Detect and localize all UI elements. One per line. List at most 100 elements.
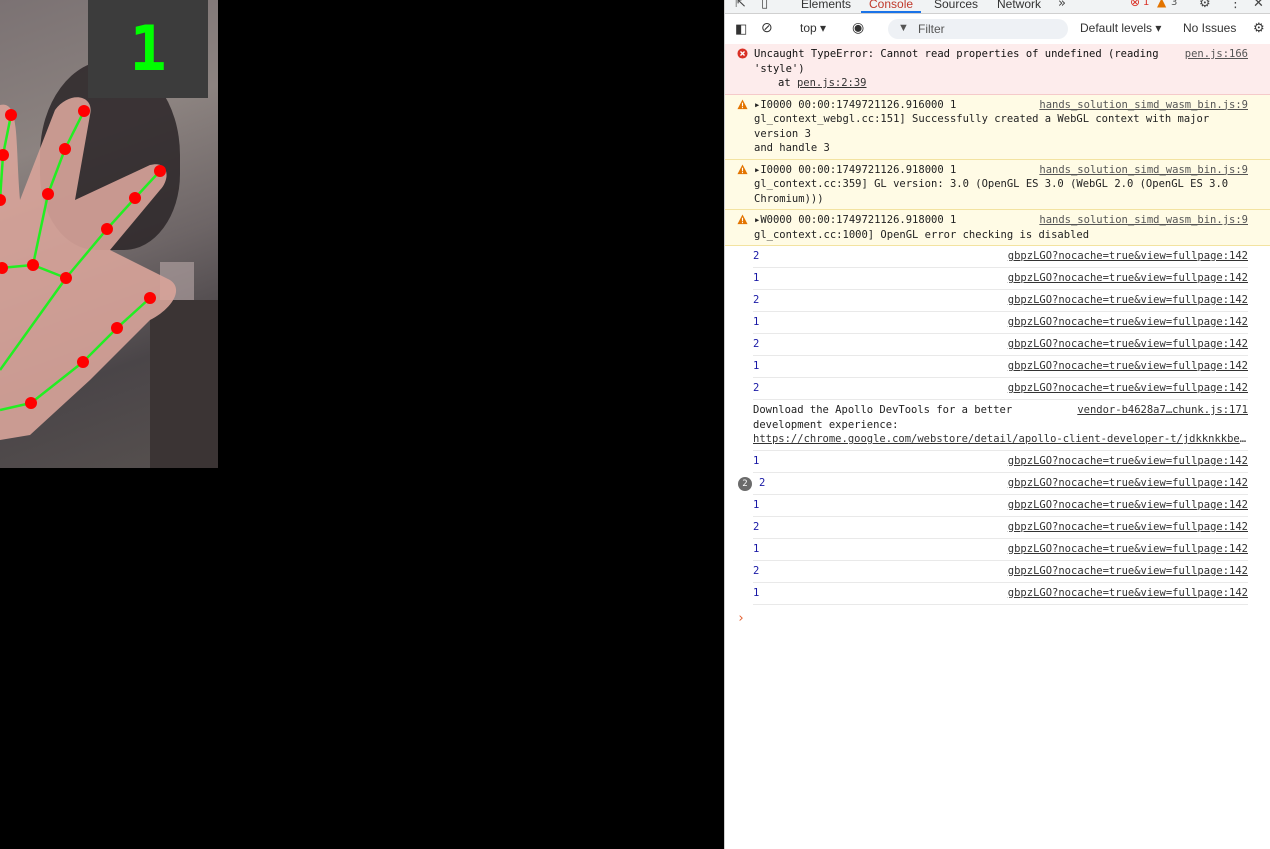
warning-text-line: gl_context.cc:1000] OpenGL error checkin…	[754, 228, 1090, 241]
console-warning-message[interactable]: hands_solution_simd_wasm_bin.js:9 ▸W0000…	[725, 210, 1270, 246]
warning-source-link[interactable]: hands_solution_simd_wasm_bin.js:9	[1039, 213, 1248, 228]
log-source-link[interactable]: gbpzLGO?nocache=true&view=fullpage:142	[1008, 382, 1248, 394]
log-value: 2	[753, 564, 760, 577]
hand-joint	[59, 143, 71, 155]
error-icon	[737, 48, 748, 59]
log-value: 1	[753, 498, 760, 511]
warning-count-icon[interactable]: ▲	[1157, 0, 1166, 9]
filter-funnel-icon: ▼	[898, 22, 909, 34]
clear-console-icon[interactable]: ⊘	[761, 19, 773, 36]
console-log-row: 1 gbpzLGO?nocache=true&view=fullpage:142	[753, 268, 1248, 290]
warning-count: 3	[1171, 0, 1178, 8]
log-source-link[interactable]: gbpzLGO?nocache=true&view=fullpage:142	[1008, 499, 1248, 511]
console-settings-icon[interactable]: ⚙	[1253, 20, 1265, 36]
tab-network[interactable]: Network	[997, 0, 1041, 11]
console-log-row: 2 gbpzLGO?nocache=true&view=fullpage:142	[753, 561, 1248, 583]
hand-joint	[154, 165, 166, 177]
log-source-link[interactable]: gbpzLGO?nocache=true&view=fullpage:142	[1008, 338, 1248, 350]
hand-joint	[77, 356, 89, 368]
log-source-link[interactable]: gbpzLGO?nocache=true&view=fullpage:142	[1008, 250, 1248, 262]
warning-text-line: gl_context.cc:359] GL version: 3.0 (Open…	[754, 178, 1229, 190]
error-text-line: 'style')	[754, 62, 805, 75]
warning-text-line: I0000 00:00:1749721126.916000 1	[760, 98, 957, 111]
console-log-row: 1 gbpzLGO?nocache=true&view=fullpage:142	[753, 495, 1248, 517]
console-warning-message[interactable]: hands_solution_simd_wasm_bin.js:9 ▸I0000…	[725, 94, 1270, 160]
devtools-tabbar: ⇱ ▯ Elements Console Sources Network » ⊗…	[725, 0, 1270, 14]
console-log-row: 2 gbpzLGO?nocache=true&view=fullpage:142	[753, 517, 1248, 539]
finger-count-value: 1	[129, 12, 167, 85]
warning-icon	[737, 163, 748, 174]
close-devtools-icon[interactable]: ✕	[1253, 0, 1264, 11]
tab-sources[interactable]: Sources	[934, 0, 978, 11]
context-value: top	[800, 21, 817, 35]
console-log-row: 2 gbpzLGO?nocache=true&view=fullpage:142	[753, 334, 1248, 356]
warning-text-line: Chromium)))	[754, 192, 824, 205]
warning-source-link[interactable]: hands_solution_simd_wasm_bin.js:9	[1039, 163, 1248, 178]
log-value: 1	[753, 542, 760, 555]
device-toolbar-icon[interactable]: ▯	[761, 0, 768, 11]
kebab-menu-icon[interactable]: ⋮	[1229, 0, 1242, 11]
filter-input[interactable]	[916, 21, 1060, 37]
console-log-row: 2 gbpzLGO?nocache=true&view=fullpage:142	[753, 378, 1248, 400]
devtools-panel: ⇱ ▯ Elements Console Sources Network » ⊗…	[724, 0, 1270, 849]
warning-source-link[interactable]: hands_solution_simd_wasm_bin.js:9	[1039, 98, 1248, 113]
tab-console[interactable]: Console	[860, 0, 922, 13]
stack-frame-link[interactable]: pen.js:2:39	[797, 77, 867, 89]
warning-icon	[737, 214, 748, 225]
more-tabs-icon[interactable]: »	[1058, 0, 1066, 11]
context-selector[interactable]: top ▾	[800, 21, 826, 35]
repeat-count-badge: 2	[738, 476, 752, 491]
log-value: 1	[753, 586, 760, 599]
console-log-row: 2 gbpzLGO?nocache=true&view=fullpage:142	[753, 290, 1248, 312]
console-log-row: 1 gbpzLGO?nocache=true&view=fullpage:142	[753, 312, 1248, 334]
apollo-webstore-link[interactable]: https://chrome.google.com/webstore/detai…	[753, 432, 1248, 447]
console-prompt-icon: ›	[737, 610, 745, 626]
log-source-link[interactable]: gbpzLGO?nocache=true&view=fullpage:142	[1008, 521, 1248, 533]
console-log-row: 1 gbpzLGO?nocache=true&view=fullpage:142	[753, 356, 1248, 378]
hand-joint	[78, 105, 90, 117]
apollo-text-line: development experience:	[753, 418, 899, 431]
log-value: 2	[753, 520, 760, 533]
log-source-link[interactable]: gbpzLGO?nocache=true&view=fullpage:142	[1008, 455, 1248, 467]
warning-text-line: I0000 00:00:1749721126.918000 1	[760, 163, 957, 176]
page-viewport: 1	[0, 0, 724, 849]
warning-icon	[737, 98, 748, 109]
log-source-link[interactable]: gbpzLGO?nocache=true&view=fullpage:142	[1008, 543, 1248, 555]
log-value: 1	[753, 272, 760, 284]
finger-count-display: 1	[88, 0, 208, 98]
sidebar-toggle-icon[interactable]: ◧	[735, 21, 747, 37]
live-expression-eye-icon[interactable]: ◉	[852, 19, 864, 36]
log-value: 1	[753, 316, 760, 328]
settings-gear-icon[interactable]: ⚙	[1199, 0, 1211, 11]
error-source-link[interactable]: pen.js:166	[1185, 47, 1248, 62]
inspect-element-icon[interactable]: ⇱	[735, 0, 746, 11]
log-source-link[interactable]: gbpzLGO?nocache=true&view=fullpage:142	[1008, 565, 1248, 577]
log-source-link[interactable]: gbpzLGO?nocache=true&view=fullpage:142	[1008, 272, 1248, 284]
console-log-row: 2 2 gbpzLGO?nocache=true&view=fullpage:142	[738, 473, 1248, 495]
log-source-link[interactable]: gbpzLGO?nocache=true&view=fullpage:142	[1008, 316, 1248, 328]
log-source-link[interactable]: gbpzLGO?nocache=true&view=fullpage:142	[1008, 294, 1248, 306]
hand-joint	[42, 188, 54, 200]
hand-joint	[60, 272, 72, 284]
apollo-source-link[interactable]: vendor-b4628a7…chunk.js:171	[1077, 403, 1248, 418]
log-source-link[interactable]: gbpzLGO?nocache=true&view=fullpage:142	[1008, 360, 1248, 372]
warning-text-line: gl_context_webgl.cc:151] Successfully cr…	[754, 113, 1210, 140]
log-source-link[interactable]: gbpzLGO?nocache=true&view=fullpage:142	[1008, 477, 1248, 489]
log-value: 2	[753, 250, 760, 262]
console-prompt-row[interactable]: ›	[725, 605, 1270, 635]
issues-button[interactable]: No Issues	[1183, 21, 1236, 35]
hand-joint	[5, 109, 17, 121]
console-log-row: 1 gbpzLGO?nocache=true&view=fullpage:142	[753, 451, 1248, 473]
console-warning-message[interactable]: hands_solution_simd_wasm_bin.js:9 ▸I0000…	[725, 159, 1270, 210]
error-count-icon[interactable]: ⊗	[1130, 0, 1140, 9]
console-log-row: 1 gbpzLGO?nocache=true&view=fullpage:142	[753, 539, 1248, 561]
filter-box[interactable]: ▼	[888, 19, 1068, 39]
tab-elements[interactable]: Elements	[801, 0, 851, 11]
log-levels-dropdown[interactable]: Default levels ▾	[1080, 21, 1161, 35]
hand-silhouette	[0, 97, 177, 441]
hand-joint	[111, 322, 123, 334]
log-source-link[interactable]: gbpzLGO?nocache=true&view=fullpage:142	[1008, 587, 1248, 599]
log-value: 2	[753, 294, 760, 306]
console-error-message: pen.js:166 Uncaught TypeError: Cannot re…	[725, 44, 1270, 95]
hand-joint	[101, 223, 113, 235]
